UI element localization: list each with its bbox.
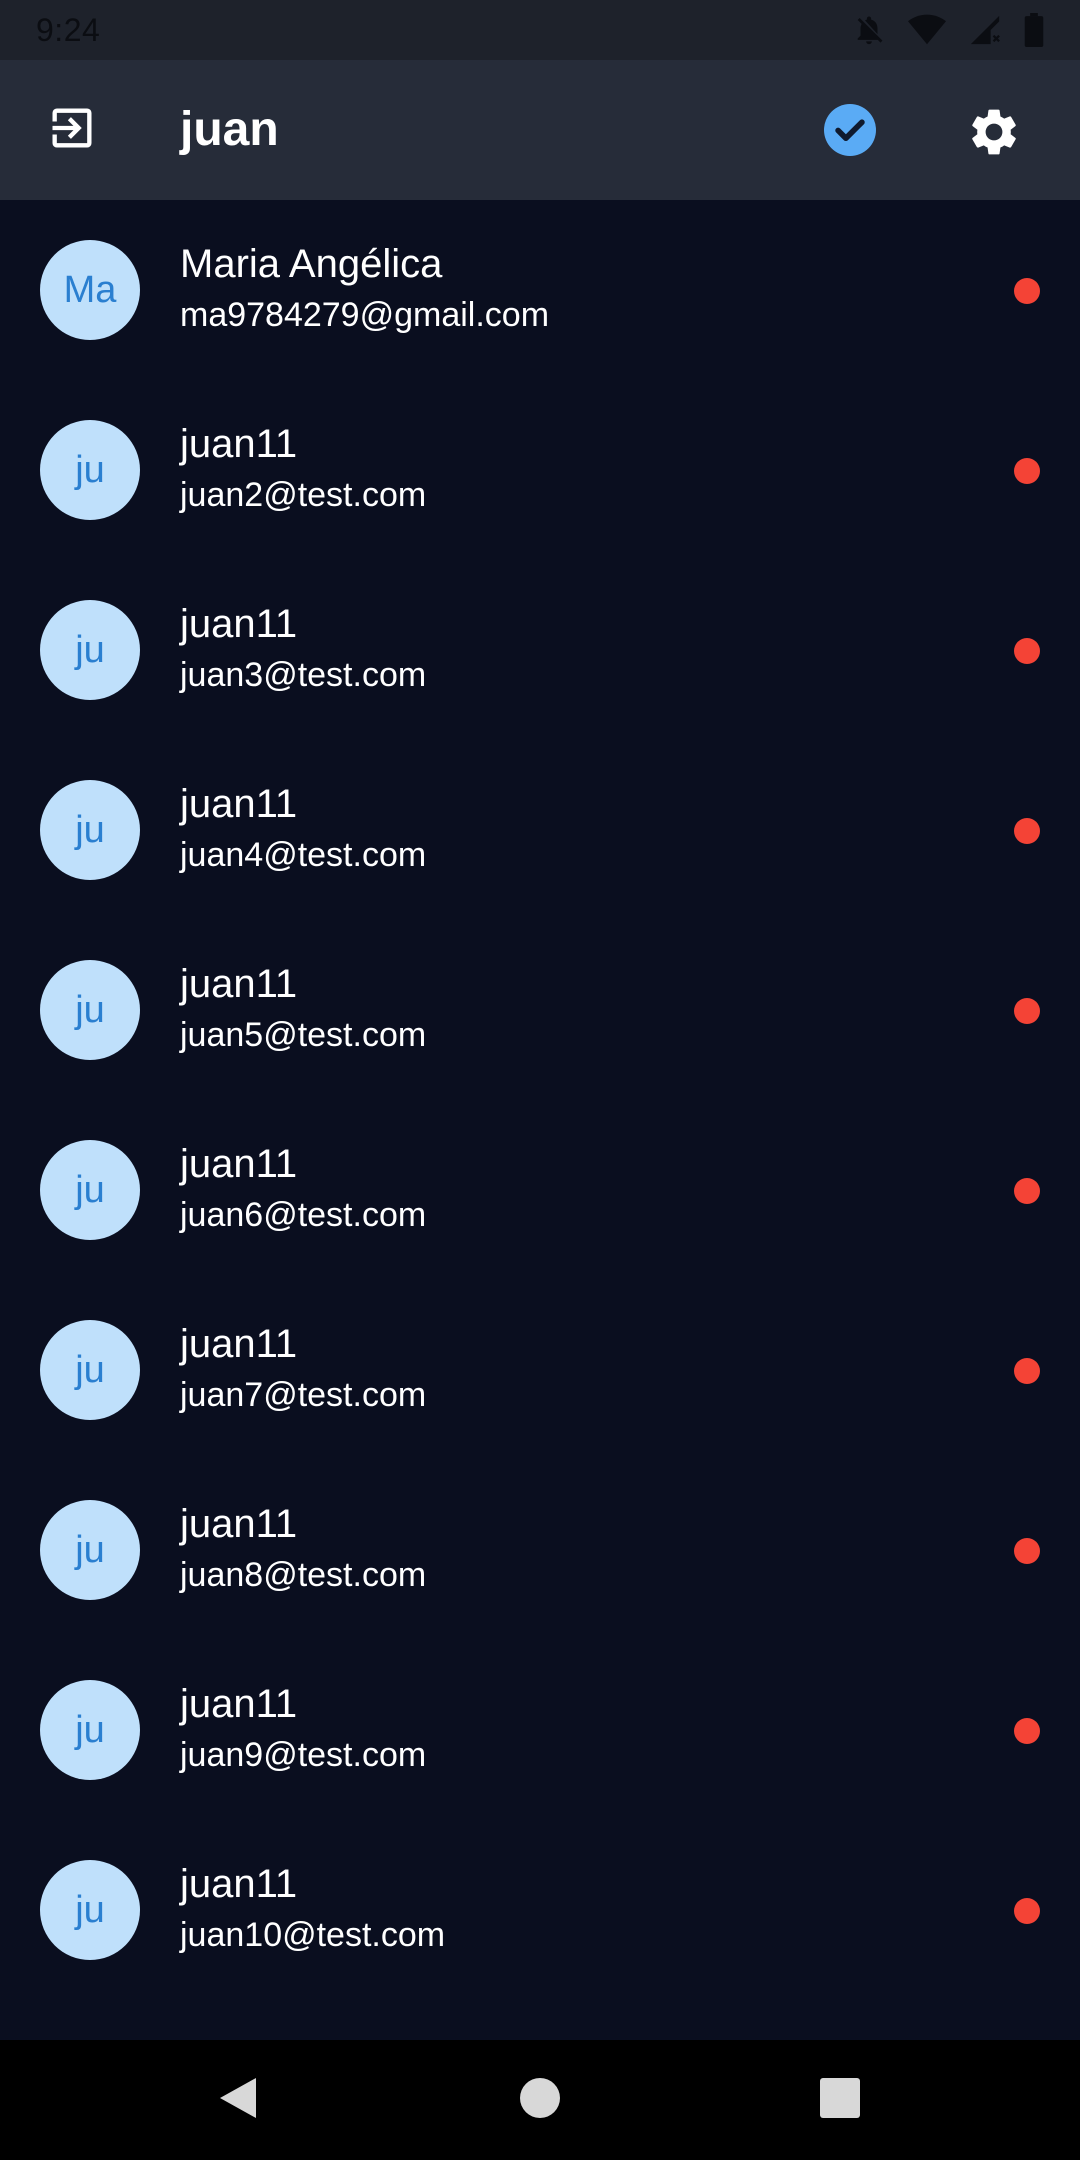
status-dot (1014, 458, 1040, 484)
notifications-off-icon (852, 13, 886, 47)
contact-name: juan11 (180, 1682, 298, 1726)
contact-name: juan11 (180, 1322, 298, 1366)
avatar: ju (40, 600, 140, 700)
contact-email: juan2@test.com (180, 476, 427, 514)
page-title: juan (180, 103, 279, 156)
status-dot (1014, 278, 1040, 304)
contact-row[interactable]: ju juan11 juan8@test.com (0, 1460, 1080, 1640)
contact-name: juan11 (180, 602, 298, 646)
home-icon (520, 2077, 560, 2123)
contact-email: juan4@test.com (180, 836, 427, 874)
contact-row[interactable]: ju juan11 juan7@test.com (0, 1280, 1080, 1460)
contact-name: juan11 (180, 1862, 298, 1906)
contact-row[interactable]: Ma Maria Angélica ma9784279@gmail.com (0, 200, 1080, 380)
contact-name: Maria Angélica (180, 242, 443, 286)
contact-row[interactable]: ju juan11 juan10@test.com (0, 1820, 1080, 2000)
status-dot (1014, 1358, 1040, 1384)
contact-email: juan7@test.com (180, 1376, 427, 1414)
status-time: 9:24 (36, 11, 101, 48)
status-dot (1014, 1898, 1040, 1924)
contact-list: Ma Maria Angélica ma9784279@gmail.com ju jua… (0, 200, 1080, 2040)
status-dot (1014, 1178, 1040, 1204)
contact-name: juan11 (180, 422, 298, 466)
contact-row[interactable]: ju juan11 juan9@test.com (0, 1640, 1080, 1820)
avatar: ju (40, 1860, 140, 1960)
contact-email: juan9@test.com (180, 1736, 427, 1774)
status-dot (1014, 818, 1040, 844)
status-dot (1014, 638, 1040, 664)
contact-name: juan11 (180, 962, 298, 1006)
app-bar: juan (0, 60, 1080, 200)
verified-button[interactable] (824, 104, 876, 156)
contact-row[interactable]: ju juan11 juan6@test.com (0, 1100, 1080, 1280)
status-icons (852, 13, 1044, 47)
signal-icon (968, 13, 1002, 47)
recents-icon (820, 2077, 860, 2123)
back-button[interactable] (208, 2070, 268, 2130)
back-icon (216, 2074, 260, 2127)
contact-name: juan11 (180, 782, 298, 826)
avatar: ju (40, 1680, 140, 1780)
avatar: ju (40, 780, 140, 880)
status-dot (1014, 1718, 1040, 1744)
settings-button[interactable] (966, 104, 1022, 160)
home-button[interactable] (510, 2070, 570, 2130)
screen: 9:24 juan Ma Maria Angélica ma9784279@gm… (0, 0, 1080, 2160)
contact-email: juan3@test.com (180, 656, 427, 694)
contact-row[interactable]: ju juan11 juan2@test.com (0, 380, 1080, 560)
avatar: ju (40, 1320, 140, 1420)
verified-check-icon (824, 104, 876, 160)
contact-email: juan6@test.com (180, 1196, 427, 1234)
logout-icon (46, 102, 98, 159)
recents-button[interactable] (810, 2070, 870, 2130)
contact-name: juan11 (180, 1502, 298, 1546)
contact-row[interactable]: ju juan11 juan5@test.com (0, 920, 1080, 1100)
avatar: Ma (40, 240, 140, 340)
settings-gear-icon (966, 109, 1022, 164)
avatar: ju (40, 1140, 140, 1240)
contact-name: juan11 (180, 1142, 298, 1186)
avatar: ju (40, 420, 140, 520)
contact-email: juan8@test.com (180, 1556, 427, 1594)
contact-email: ma9784279@gmail.com (180, 296, 550, 334)
avatar: ju (40, 1500, 140, 1600)
status-dot (1014, 1538, 1040, 1564)
contact-row[interactable]: ju juan11 juan4@test.com (0, 740, 1080, 920)
contact-email: juan5@test.com (180, 1016, 427, 1054)
status-dot (1014, 998, 1040, 1024)
logout-button[interactable] (40, 98, 104, 162)
contact-email: juan10@test.com (180, 1916, 446, 1954)
navigation-bar (0, 2040, 1080, 2160)
contact-row[interactable]: ju juan11 juan3@test.com (0, 560, 1080, 740)
avatar: ju (40, 960, 140, 1060)
status-bar: 9:24 (0, 0, 1080, 60)
wifi-icon (908, 13, 946, 47)
battery-icon (1024, 13, 1044, 47)
